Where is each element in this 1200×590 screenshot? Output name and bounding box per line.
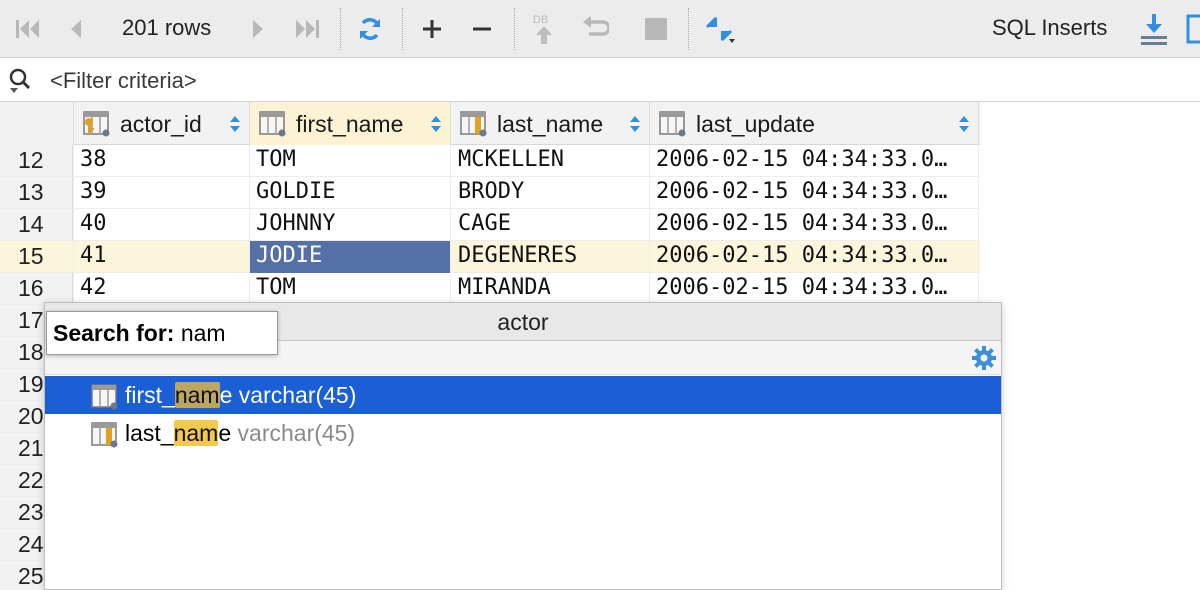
cell-first-name[interactable]: JOHNNY bbox=[250, 209, 451, 241]
first-page-icon[interactable] bbox=[10, 0, 44, 58]
filter-bar: <Filter criteria> bbox=[0, 58, 1200, 102]
column-header-label: actor_id bbox=[120, 111, 202, 137]
table-row[interactable]: 12 38 TOM MCKELLEN 2006-02-15 04:34:33.0… bbox=[0, 145, 980, 177]
search-query: nam bbox=[180, 320, 226, 346]
cell-last-name[interactable]: MCKELLEN bbox=[451, 145, 650, 177]
speed-search-box[interactable]: Search for: nam bbox=[46, 311, 278, 355]
filter-criteria-input[interactable]: <Filter criteria> bbox=[50, 68, 197, 94]
column-icon bbox=[258, 110, 288, 143]
popup-item-first-name[interactable]: first_name varchar(45) bbox=[45, 376, 1001, 414]
indexed-column-icon bbox=[459, 110, 489, 143]
next-page-icon[interactable] bbox=[244, 0, 274, 58]
add-row-icon[interactable] bbox=[416, 0, 448, 58]
cell-last-update[interactable]: 2006-02-15 04:34:33.0… bbox=[650, 209, 979, 241]
row-count-label[interactable]: 201 rows bbox=[122, 15, 211, 41]
popup-item-label: last_name varchar(45) bbox=[125, 420, 356, 446]
search-label: Search for: bbox=[53, 320, 175, 346]
results-toolbar: 201 rows DB SQL Inserts bbox=[0, 0, 1200, 58]
popup-item-last-name[interactable]: last_name varchar(45) bbox=[45, 414, 1001, 452]
column-header-label: first_name bbox=[296, 111, 404, 137]
match-highlight: nam bbox=[174, 382, 220, 408]
cell-last-name[interactable]: BRODY bbox=[451, 177, 650, 209]
row-number: 13 bbox=[0, 177, 74, 209]
column-header-last-name[interactable]: last_name bbox=[451, 102, 650, 145]
sort-icon[interactable] bbox=[629, 115, 641, 138]
compare-icon[interactable] bbox=[700, 0, 740, 58]
table-row[interactable]: 15 41 JODIE DEGENERES 2006-02-15 04:34:33.0… bbox=[0, 241, 980, 273]
delete-row-icon[interactable] bbox=[466, 0, 498, 58]
last-page-icon[interactable] bbox=[290, 0, 326, 58]
indexed-column-icon bbox=[91, 421, 119, 459]
table-row[interactable]: 14 40 JOHNNY CAGE 2006-02-15 04:34:33.0… bbox=[0, 209, 980, 241]
row-number: 16 bbox=[0, 273, 74, 305]
cell-last-name[interactable]: CAGE bbox=[451, 209, 650, 241]
export-format-selector[interactable]: SQL Inserts bbox=[992, 15, 1107, 41]
cell-last-update[interactable]: 2006-02-15 04:34:33.0… bbox=[650, 241, 979, 273]
filter-search-icon[interactable] bbox=[6, 66, 38, 99]
match-highlight: nam bbox=[173, 420, 219, 446]
column-header-label: last_name bbox=[497, 111, 604, 137]
sort-icon[interactable] bbox=[229, 115, 241, 138]
cell-first-name[interactable]: TOM bbox=[250, 273, 451, 305]
submit-db-icon[interactable]: DB bbox=[526, 0, 562, 58]
cell-actor-id[interactable]: 40 bbox=[74, 209, 250, 241]
cell-actor-id[interactable]: 42 bbox=[74, 273, 250, 305]
svg-text:DB: DB bbox=[533, 14, 548, 26]
cell-last-update[interactable]: 2006-02-15 04:34:33.0… bbox=[650, 177, 979, 209]
table-row[interactable]: 16 42 TOM MIRANDA 2006-02-15 04:34:33.0… bbox=[0, 273, 980, 305]
cell-actor-id[interactable]: 38 bbox=[74, 145, 250, 177]
column-header-label: last_update bbox=[696, 111, 815, 137]
cell-last-name[interactable]: MIRANDA bbox=[451, 273, 650, 305]
row-number: 12 bbox=[0, 145, 74, 177]
cell-actor-id[interactable]: 39 bbox=[74, 177, 250, 209]
sort-icon[interactable] bbox=[430, 115, 442, 138]
previous-page-icon[interactable] bbox=[60, 0, 90, 58]
cell-first-name[interactable]: TOM bbox=[250, 145, 451, 177]
revert-icon[interactable] bbox=[578, 0, 612, 58]
popup-item-label: first_name varchar(45) bbox=[125, 382, 357, 408]
gear-icon[interactable] bbox=[971, 345, 997, 376]
cell-last-update[interactable]: 2006-02-15 04:34:33.0… bbox=[650, 273, 979, 305]
cell-last-update[interactable]: 2006-02-15 04:34:33.0… bbox=[650, 145, 979, 177]
column-header-first-name[interactable]: first_name bbox=[250, 102, 451, 145]
cell-actor-id[interactable]: 41 bbox=[74, 241, 250, 273]
primary-key-column-icon bbox=[82, 110, 112, 143]
column-header-last-update[interactable]: last_update bbox=[650, 102, 979, 145]
panel-toggle-icon[interactable] bbox=[1184, 0, 1200, 58]
column-icon bbox=[658, 110, 688, 143]
sort-icon[interactable] bbox=[958, 115, 970, 138]
row-number-header bbox=[0, 102, 74, 145]
column-header-actor-id[interactable]: actor_id bbox=[74, 102, 250, 145]
cell-first-name[interactable]: GOLDIE bbox=[250, 177, 451, 209]
cell-first-name[interactable]: JODIE bbox=[250, 241, 451, 273]
stop-icon[interactable] bbox=[640, 0, 672, 58]
row-number: 15 bbox=[0, 241, 74, 273]
export-icon[interactable] bbox=[1134, 0, 1174, 58]
cell-last-name[interactable]: DEGENERES bbox=[451, 241, 650, 273]
reload-icon[interactable] bbox=[352, 0, 388, 58]
row-number: 14 bbox=[0, 209, 74, 241]
grid-header: actor_id first_name last_name last_updat… bbox=[0, 102, 980, 145]
table-row[interactable]: 13 39 GOLDIE BRODY 2006-02-15 04:34:33.0… bbox=[0, 177, 980, 209]
